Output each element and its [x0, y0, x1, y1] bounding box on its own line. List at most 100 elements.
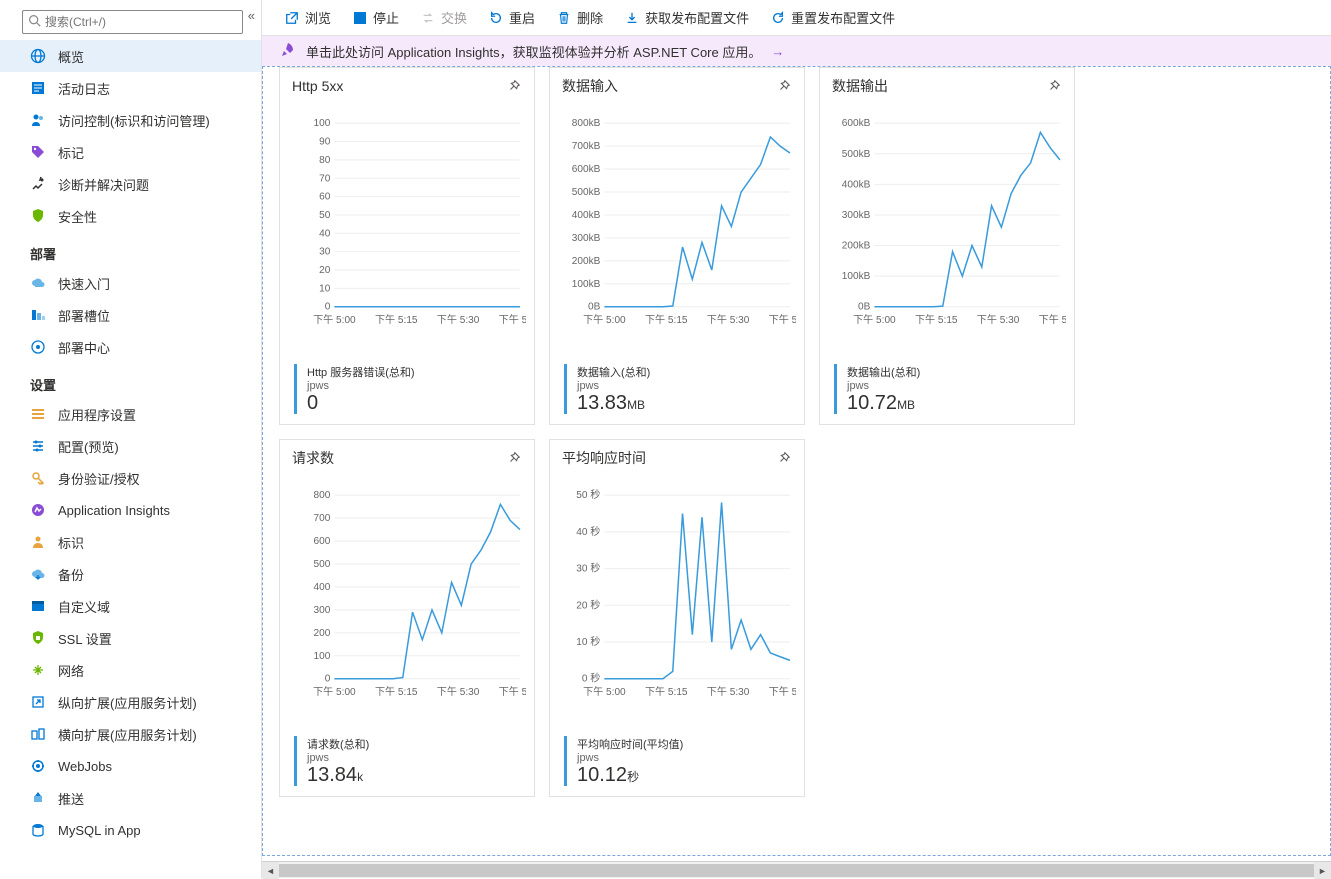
- metric-tile-http5xx[interactable]: Http 5xx 0102030405060708090100 下午 5:00下…: [279, 67, 535, 425]
- sidebar-item-shield[interactable]: 安全性: [0, 200, 261, 232]
- sidebar-item-mysql[interactable]: MySQL in App: [0, 814, 261, 846]
- nav-label: 身份验证/授权: [58, 469, 140, 488]
- metric-tile-datain[interactable]: 数据输入 0B100kB200kB300kB400kB500kB600kB700…: [549, 67, 805, 425]
- restart-button[interactable]: 重启: [480, 4, 544, 32]
- toolbar-label: 获取发布配置文件: [645, 8, 749, 27]
- svg-text:700kB: 700kB: [572, 141, 601, 152]
- nav-label: 网络: [58, 661, 84, 680]
- sidebar-item-network[interactable]: 网络: [0, 654, 261, 686]
- globe-icon: [30, 48, 46, 64]
- svg-text:0: 0: [325, 674, 331, 685]
- nav-label: 活动日志: [58, 79, 110, 98]
- stop-button[interactable]: 停止: [344, 4, 408, 32]
- delete-button[interactable]: 删除: [548, 4, 612, 32]
- collapse-sidebar-icon[interactable]: «: [248, 8, 255, 23]
- line-chart: 0B100kB200kB300kB400kB500kB600kB700kB800…: [558, 106, 796, 336]
- svg-text:100kB: 100kB: [842, 271, 871, 282]
- svg-text:下午 5:30: 下午 5:30: [977, 313, 1020, 326]
- metric-summary: 数据输入(总和) jpws 13.83MB: [550, 364, 804, 424]
- nav-label: 部署槽位: [58, 306, 110, 325]
- sidebar-item-center[interactable]: 部署中心: [0, 331, 261, 363]
- sidebar-item-webjobs[interactable]: WebJobs: [0, 750, 261, 782]
- browse-button[interactable]: 浏览: [276, 4, 340, 32]
- sidebar-item-cloud[interactable]: 快速入门: [0, 267, 261, 299]
- svg-text:200: 200: [314, 628, 331, 639]
- metric-tile-avgresp[interactable]: 平均响应时间 0 秒10 秒20 秒30 秒40 秒50 秒 下午 5:00下午…: [549, 439, 805, 797]
- pin-icon[interactable]: [504, 76, 524, 96]
- chart-area: 0B100kB200kB300kB400kB500kB600kB700kB800…: [550, 100, 804, 364]
- sidebar-item-backup[interactable]: 备份: [0, 558, 261, 590]
- external-link-icon: [285, 11, 299, 25]
- svg-text:800kB: 800kB: [572, 118, 601, 129]
- auth-icon: [30, 470, 46, 486]
- nav-group-header: 部署: [0, 232, 261, 267]
- sidebar-item-log[interactable]: 活动日志: [0, 72, 261, 104]
- chart-area: 0100200300400500600700800 下午 5:00下午 5:15…: [280, 472, 534, 736]
- metric-tile-dataout[interactable]: 数据输出 0B100kB200kB300kB400kB500kB600kB 下午…: [819, 67, 1075, 425]
- sidebar-item-identity[interactable]: 标识: [0, 526, 261, 558]
- svg-text:0B: 0B: [858, 302, 871, 313]
- svg-text:10 秒: 10 秒: [576, 635, 600, 648]
- pin-icon[interactable]: [1044, 76, 1064, 96]
- sidebar-item-slots[interactable]: 部署槽位: [0, 299, 261, 331]
- svg-text:下午 5:45: 下午 5:45: [499, 685, 526, 698]
- sidebar-item-push[interactable]: 推送: [0, 782, 261, 814]
- toolbar: 浏览 停止 交换 重启 删除 获取发布配置文件 重置发布配置文件: [262, 0, 1331, 36]
- sidebar-item-ai[interactable]: Application Insights: [0, 494, 261, 526]
- pin-icon[interactable]: [774, 448, 794, 468]
- iam-icon: [30, 112, 46, 128]
- svg-text:800: 800: [314, 490, 331, 501]
- svg-text:下午 5:30: 下午 5:30: [707, 685, 750, 698]
- svg-text:200kB: 200kB: [572, 256, 601, 267]
- svg-text:500: 500: [314, 559, 331, 570]
- sidebar-item-config[interactable]: 配置(预览): [0, 430, 261, 462]
- ai-icon: [30, 502, 46, 518]
- slots-icon: [30, 307, 46, 323]
- svg-text:200kB: 200kB: [842, 241, 871, 252]
- insights-banner[interactable]: 单击此处访问 Application Insights，获取监视体验并分析 AS…: [262, 36, 1331, 66]
- sidebar-item-domain[interactable]: 自定义域: [0, 590, 261, 622]
- search-input[interactable]: [22, 10, 243, 34]
- metric-summary: Http 服务器错误(总和) jpws 0: [280, 364, 534, 424]
- metric-sub: jpws: [577, 380, 650, 392]
- scroll-thumb[interactable]: [279, 864, 1331, 877]
- get-profile-button[interactable]: 获取发布配置文件: [616, 4, 758, 32]
- svg-text:下午 5:00: 下午 5:00: [313, 313, 356, 326]
- horizontal-scrollbar[interactable]: ◄ ►: [262, 861, 1331, 878]
- svg-text:60: 60: [319, 192, 331, 203]
- sidebar-item-ssl[interactable]: SSL 设置: [0, 622, 261, 654]
- metric-tile-requests[interactable]: 请求数 0100200300400500600700800 下午 5:00下午 …: [279, 439, 535, 797]
- sidebar-item-tag[interactable]: 标记: [0, 136, 261, 168]
- svg-text:下午 5:15: 下午 5:15: [915, 313, 958, 326]
- scroll-right-icon[interactable]: ►: [1314, 862, 1331, 879]
- sidebar-item-globe[interactable]: 概览: [0, 40, 261, 72]
- reset-icon: [771, 11, 785, 25]
- sidebar-item-iam[interactable]: 访问控制(标识和访问管理): [0, 104, 261, 136]
- sidebar-item-auth[interactable]: 身份验证/授权: [0, 462, 261, 494]
- sidebar-item-scaleout[interactable]: 横向扩展(应用服务计划): [0, 718, 261, 750]
- backup-icon: [30, 566, 46, 582]
- scroll-left-icon[interactable]: ◄: [262, 862, 279, 879]
- svg-text:90: 90: [319, 137, 331, 148]
- nav-label: 标记: [58, 143, 84, 162]
- sidebar-item-diag[interactable]: 诊断并解决问题: [0, 168, 261, 200]
- tile-title: 数据输入: [562, 76, 618, 96]
- pin-icon[interactable]: [504, 448, 524, 468]
- toolbar-label: 重启: [509, 8, 535, 27]
- svg-text:50: 50: [319, 210, 331, 221]
- sidebar-item-appset[interactable]: 应用程序设置: [0, 398, 261, 430]
- nav-label: 部署中心: [58, 338, 110, 357]
- nav-label: SSL 设置: [58, 629, 112, 648]
- chart-area: 0 秒10 秒20 秒30 秒40 秒50 秒 下午 5:00下午 5:15下午…: [550, 472, 804, 736]
- svg-text:下午 5:15: 下午 5:15: [645, 313, 688, 326]
- ssl-icon: [30, 630, 46, 646]
- sidebar-item-scaleup[interactable]: 纵向扩展(应用服务计划): [0, 686, 261, 718]
- svg-text:0: 0: [325, 302, 331, 313]
- svg-text:下午 5:30: 下午 5:30: [707, 313, 750, 326]
- tag-icon: [30, 144, 46, 160]
- reset-profile-button[interactable]: 重置发布配置文件: [762, 4, 904, 32]
- svg-text:300kB: 300kB: [572, 233, 601, 244]
- pin-icon[interactable]: [774, 76, 794, 96]
- svg-text:400: 400: [314, 582, 331, 593]
- arrow-right-icon: →: [771, 44, 784, 59]
